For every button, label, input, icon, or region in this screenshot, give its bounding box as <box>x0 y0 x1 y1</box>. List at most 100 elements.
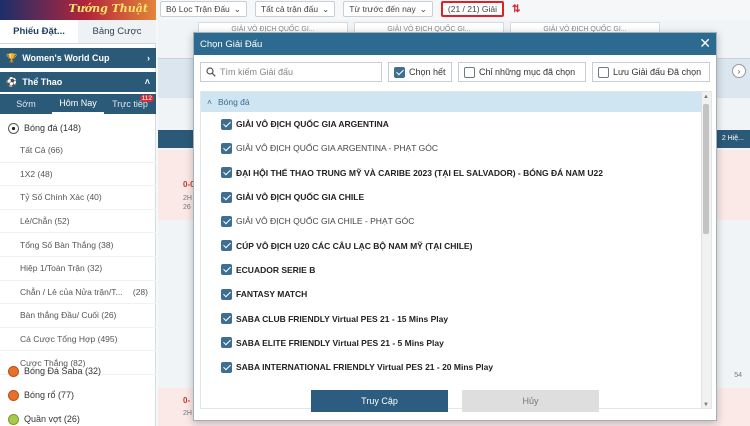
market-label: 1X2 (48) <box>20 168 53 179</box>
checkbox-checked-icon[interactable] <box>221 191 232 203</box>
match-filter-dropdown[interactable]: Bộ Lọc Trận Đấu ⌄ <box>160 1 247 17</box>
select-all-toggle[interactable]: Chọn hết <box>388 62 452 82</box>
brand-banner[interactable]: Tướng Thuật <box>0 0 156 20</box>
league-item[interactable]: SABA ELITE FRIENDLY Virtual PES 21 - 5 M… <box>201 331 711 355</box>
sport-label: Bóng rổ (77) <box>24 390 75 400</box>
checkbox-checked-icon[interactable] <box>221 215 232 227</box>
group-label: Bóng đá <box>217 97 250 107</box>
filter-bar: Bộ Lọc Trận Đấu ⌄ Tất cả trận đấu ⌄ Từ t… <box>160 0 750 18</box>
market-label: Bàn thắng Đầu/ Cuối (26) <box>20 310 117 321</box>
league-select-button[interactable]: (21 / 21) Giải <box>440 1 505 17</box>
all-matches-dropdown[interactable]: Tất cả trận đấu ⌄ <box>254 1 336 17</box>
football-icon <box>8 122 19 134</box>
section-sports[interactable]: ⚽ Thể Thao ˄ <box>0 72 156 92</box>
sport-basketball[interactable]: Bóng rổ (77) <box>0 384 156 406</box>
sport-label: Quần vợt (26) <box>24 414 80 424</box>
checkbox-checked-icon[interactable] <box>221 361 232 373</box>
checkbox-checked-icon[interactable] <box>221 313 232 325</box>
tab-today[interactable]: Hôm Nay <box>52 94 104 114</box>
league-name: SABA CLUB FRIENDLY Virtual PES 21 - 15 M… <box>236 313 449 324</box>
save-selected-label: Lưu Giải đấu Đã chọn <box>613 67 702 77</box>
market-item[interactable]: Tất Cả (66) <box>0 139 156 163</box>
tab-bet-slip[interactable]: Phiếu Đặt... <box>0 20 78 43</box>
confirm-button[interactable]: Truy Cập <box>311 390 448 412</box>
search-input[interactable] <box>220 67 370 77</box>
scrollbar[interactable]: ▲ ▼ <box>701 92 711 408</box>
period: 2H <box>183 195 192 202</box>
football-market-list: Tất Cả (66) 1X2 (48) Tỷ Số Chính Xác (40… <box>0 139 156 375</box>
market-item[interactable]: Tổng Số Bàn Thắng (38) <box>0 233 156 257</box>
filter-label: Bộ Lọc Trận Đấu <box>166 4 230 14</box>
league-item[interactable]: GIẢI VÔ ĐỊCH QUỐC GIA CHILE - PHẠT GÓC <box>201 209 711 233</box>
league-list: ˄ Bóng đá GIẢI VÔ ĐỊCH QUỐC GIA ARGENTIN… <box>200 91 712 409</box>
league-name: GIẢI VÔ ĐỊCH QUỐC GIA ARGENTINA - PHẠT G… <box>236 143 438 154</box>
league-item[interactable]: SABA CLUB FRIENDLY Virtual PES 21 - 15 M… <box>201 306 711 330</box>
market-item[interactable]: Tỷ Số Chính Xác (40) <box>0 186 156 210</box>
league-name: GIẢI VÔ ĐỊCH QUỐC GIA CHILE - PHẠT GÓC <box>236 216 415 227</box>
section-label: Thể Thao <box>22 77 63 87</box>
cancel-button[interactable]: Hủy <box>462 390 599 412</box>
tab-odds-table[interactable]: Bảng Cược <box>78 20 156 43</box>
league-item[interactable]: ĐẠI HỘI THỂ THAO TRUNG MỸ VÀ CARIBE 2023… <box>201 161 711 185</box>
brand-logo: Tướng Thuật <box>68 2 148 15</box>
league-item[interactable]: GIẢI VÔ ĐỊCH QUỐC GIA ARGENTINA - PHẠT G… <box>201 136 711 160</box>
league-item[interactable]: GIẢI VÔ ĐỊCH QUỐC GIA CHILE <box>201 185 711 209</box>
sport-label: Bóng đá (148) <box>24 123 82 133</box>
dialog-title: Chọn Giải Đấu <box>200 38 263 50</box>
chevron-down-icon: ⌄ <box>233 3 241 14</box>
promo-womens-world-cup[interactable]: 🏆 Women's World Cup › <box>0 48 156 68</box>
sports-icon: ⚽ <box>6 76 18 87</box>
select-all-label: Chọn hết <box>409 67 446 77</box>
market-item[interactable]: Hiệp 1/Toàn Trận (32) <box>0 257 156 281</box>
market-item[interactable]: 1X2 (48) <box>0 163 156 187</box>
score: 0- <box>183 396 191 405</box>
scrollbar-thumb[interactable] <box>703 104 709 234</box>
save-selected-toggle[interactable]: Lưu Giải đấu Đã chọn <box>592 62 710 82</box>
only-selected-toggle[interactable]: Chỉ những mục đã chọn <box>458 62 586 82</box>
period: 2H <box>183 410 192 417</box>
sport-football[interactable]: Bóng đá (148) <box>0 117 156 139</box>
sport-tennis[interactable]: Quần vợt (26) <box>0 408 156 426</box>
league-item[interactable]: GIẢI VÔ ĐỊCH QUỐC GIA ARGENTINA <box>201 112 711 136</box>
league-item[interactable]: ECUADOR SERIE B <box>201 258 711 282</box>
sort-icon[interactable]: ⇅ <box>512 4 520 15</box>
group-header-football[interactable]: ˄ Bóng đá <box>201 92 711 112</box>
close-icon[interactable]: ✕ <box>699 35 711 51</box>
league-item[interactable]: FANTASY MATCH <box>201 282 711 306</box>
time-range-dropdown[interactable]: Từ trước đến nay ⌄ <box>343 1 433 17</box>
sport-saba-football[interactable]: Bóng Đá Saba (32) <box>0 360 156 382</box>
chevron-up-icon: ˄ <box>144 77 150 87</box>
market-item[interactable]: Chẵn / Lẻ của Nửa trận/T... (28) <box>0 281 156 305</box>
chevron-down-icon: ⌄ <box>322 3 330 14</box>
league-item[interactable]: SABA INTERNATIONAL FRIENDLY Virtual PES … <box>201 355 711 379</box>
search-box <box>200 62 382 82</box>
checkbox-icon <box>464 66 475 78</box>
saba-football-icon <box>8 365 19 377</box>
dialog-toolbar: Chọn hết Chỉ những mục đã chọn Lưu Giải … <box>200 62 712 82</box>
checkbox-checked-icon[interactable] <box>221 240 232 252</box>
market-item[interactable]: Cá Cược Tổng Hợp (495) <box>0 328 156 352</box>
checkbox-checked-icon[interactable] <box>221 264 232 276</box>
market-label: Tỷ Số Chính Xác (40) <box>20 192 102 203</box>
chevron-right-icon[interactable]: › <box>732 64 746 78</box>
time-tabs: Sớm Hôm Nay Trực tiếp 112 <box>0 94 156 114</box>
sidebar-top-tabs: Phiếu Đặt... Bảng Cược <box>0 20 156 44</box>
league-name: SABA INTERNATIONAL FRIENDLY Virtual PES … <box>236 362 494 373</box>
market-item[interactable]: Bàn thắng Đầu/ Cuối (26) <box>0 304 156 328</box>
minute: 26 <box>183 204 191 211</box>
dialog-header: Chọn Giải Đấu ✕ <box>194 33 716 55</box>
tab-early[interactable]: Sớm <box>0 94 52 114</box>
tennis-icon <box>8 413 19 425</box>
checkbox-checked-icon[interactable] <box>221 118 232 130</box>
checkbox-checked-icon[interactable] <box>221 142 232 154</box>
checkbox-checked-icon[interactable] <box>221 337 232 349</box>
checkbox-checked-icon[interactable] <box>221 288 232 300</box>
tab-live[interactable]: Trực tiếp 112 <box>104 94 156 114</box>
league-item[interactable]: CÚP VÔ ĐỊCH U20 CÁC CÂU LẠC BỘ NAM MỸ (T… <box>201 233 711 257</box>
filter-label: Tất cả trận đấu <box>260 4 319 14</box>
checkbox-icon <box>598 66 609 78</box>
market-item[interactable]: Lẻ/Chẵn (52) <box>0 210 156 234</box>
league-name: CÚP VÔ ĐỊCH U20 CÁC CÂU LẠC BỘ NAM MỸ (T… <box>236 240 473 251</box>
scroll-up-icon[interactable]: ▲ <box>703 94 709 100</box>
checkbox-checked-icon[interactable] <box>221 167 232 179</box>
